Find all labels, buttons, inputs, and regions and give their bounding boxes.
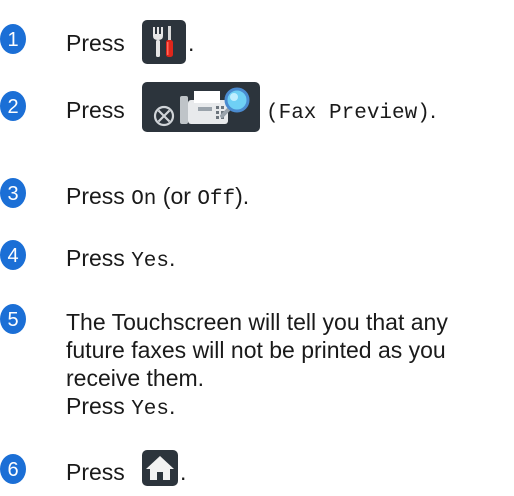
press-text: Press <box>66 97 125 123</box>
svg-text:4: 4 <box>7 245 18 267</box>
step-end-punct: . <box>169 393 176 419</box>
step-number-badge: 2 <box>0 91 26 121</box>
step-4: 4 Press Yes. <box>0 240 514 274</box>
svg-text:1: 1 <box>7 29 18 51</box>
step-number-badge: 6 <box>0 454 26 484</box>
step-2: 2 Press (Fax Preview). <box>0 82 514 132</box>
svg-text:6: 6 <box>7 459 18 481</box>
step-1: 1 Press . <box>0 20 514 64</box>
step-end-punct: . <box>188 30 195 56</box>
paragraph-line-press: Press Yes. <box>66 392 448 424</box>
press-text: Press <box>66 30 125 56</box>
step-number-badge: 1 <box>0 24 26 54</box>
step-end-punct: ). <box>235 183 250 209</box>
svg-text:5: 5 <box>7 309 18 331</box>
step-end-punct: . <box>169 245 176 271</box>
fax-preview-label: (Fax Preview) <box>266 102 430 125</box>
home-icon[interactable] <box>142 450 178 486</box>
step-6: 6 Press . <box>0 448 514 488</box>
step-number-badge: 3 <box>0 178 26 208</box>
step-end-punct: . <box>429 97 437 123</box>
press-text: Press <box>66 245 125 271</box>
off-option: Off <box>197 188 236 211</box>
svg-text:3: 3 <box>7 183 18 205</box>
paragraph-line: The Touchscreen will tell you that any <box>66 309 448 335</box>
step-number-badge: 4 <box>0 240 26 270</box>
press-text: Press <box>66 393 125 419</box>
settings-tools-icon[interactable] <box>142 20 186 64</box>
step-end-punct: . <box>180 459 187 485</box>
yes-option: Yes <box>131 398 169 421</box>
step-number-badge: 5 <box>0 304 26 334</box>
on-option: On <box>131 188 157 211</box>
yes-option: Yes <box>131 250 169 273</box>
paragraph-line: future faxes will not be printed as you <box>66 337 446 363</box>
paragraph-line: receive them. <box>66 365 205 391</box>
press-text: Press <box>66 183 125 209</box>
fax-preview-icon[interactable] <box>142 82 260 132</box>
step-3: 3 Press On (or Off). <box>0 178 514 212</box>
press-text: Press <box>66 459 125 485</box>
step-5: 5 The Touchscreen will tell you that any… <box>0 304 514 434</box>
svg-text:2: 2 <box>7 96 18 118</box>
or-text: (or <box>162 183 191 209</box>
